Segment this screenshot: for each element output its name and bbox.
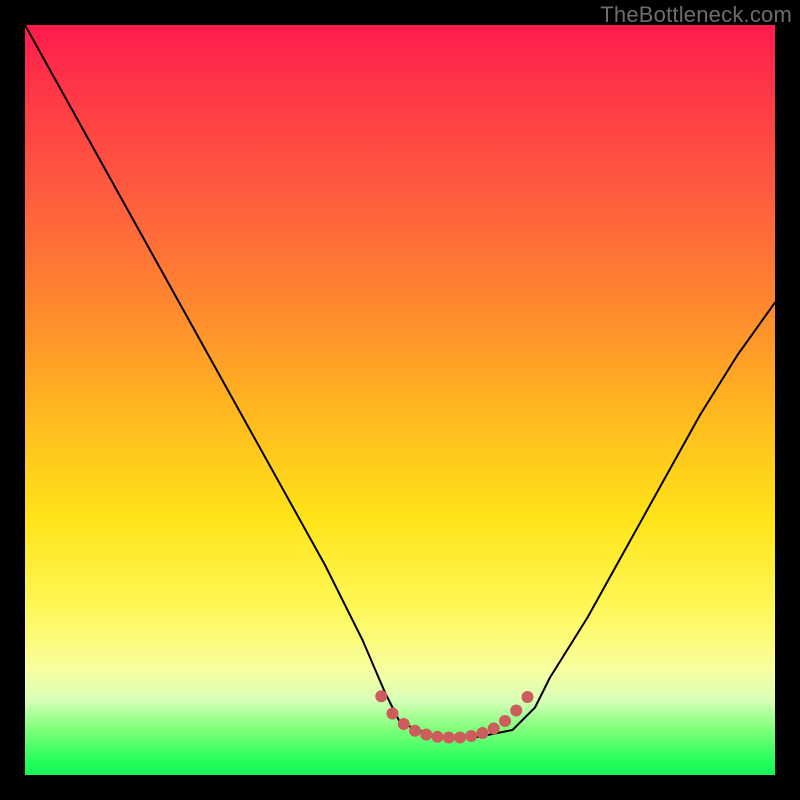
bottleneck-curve	[25, 25, 775, 738]
chart-frame: TheBottleneck.com	[0, 0, 800, 800]
trough-marker	[443, 732, 455, 744]
plot-area	[25, 25, 775, 775]
trough-marker	[488, 723, 500, 735]
trough-marker	[375, 690, 387, 702]
trough-marker	[477, 727, 489, 739]
trough-marker	[499, 715, 511, 727]
trough-marker	[510, 705, 522, 717]
trough-marker	[432, 731, 444, 743]
trough-marker	[398, 718, 410, 730]
trough-marker	[420, 729, 432, 741]
curve-svg	[25, 25, 775, 775]
trough-marker	[454, 732, 466, 744]
trough-marker	[409, 725, 421, 737]
trough-marker	[522, 691, 534, 703]
trough-marker	[387, 708, 399, 720]
trough-marker	[465, 730, 477, 742]
trough-marker-group	[375, 690, 533, 743]
